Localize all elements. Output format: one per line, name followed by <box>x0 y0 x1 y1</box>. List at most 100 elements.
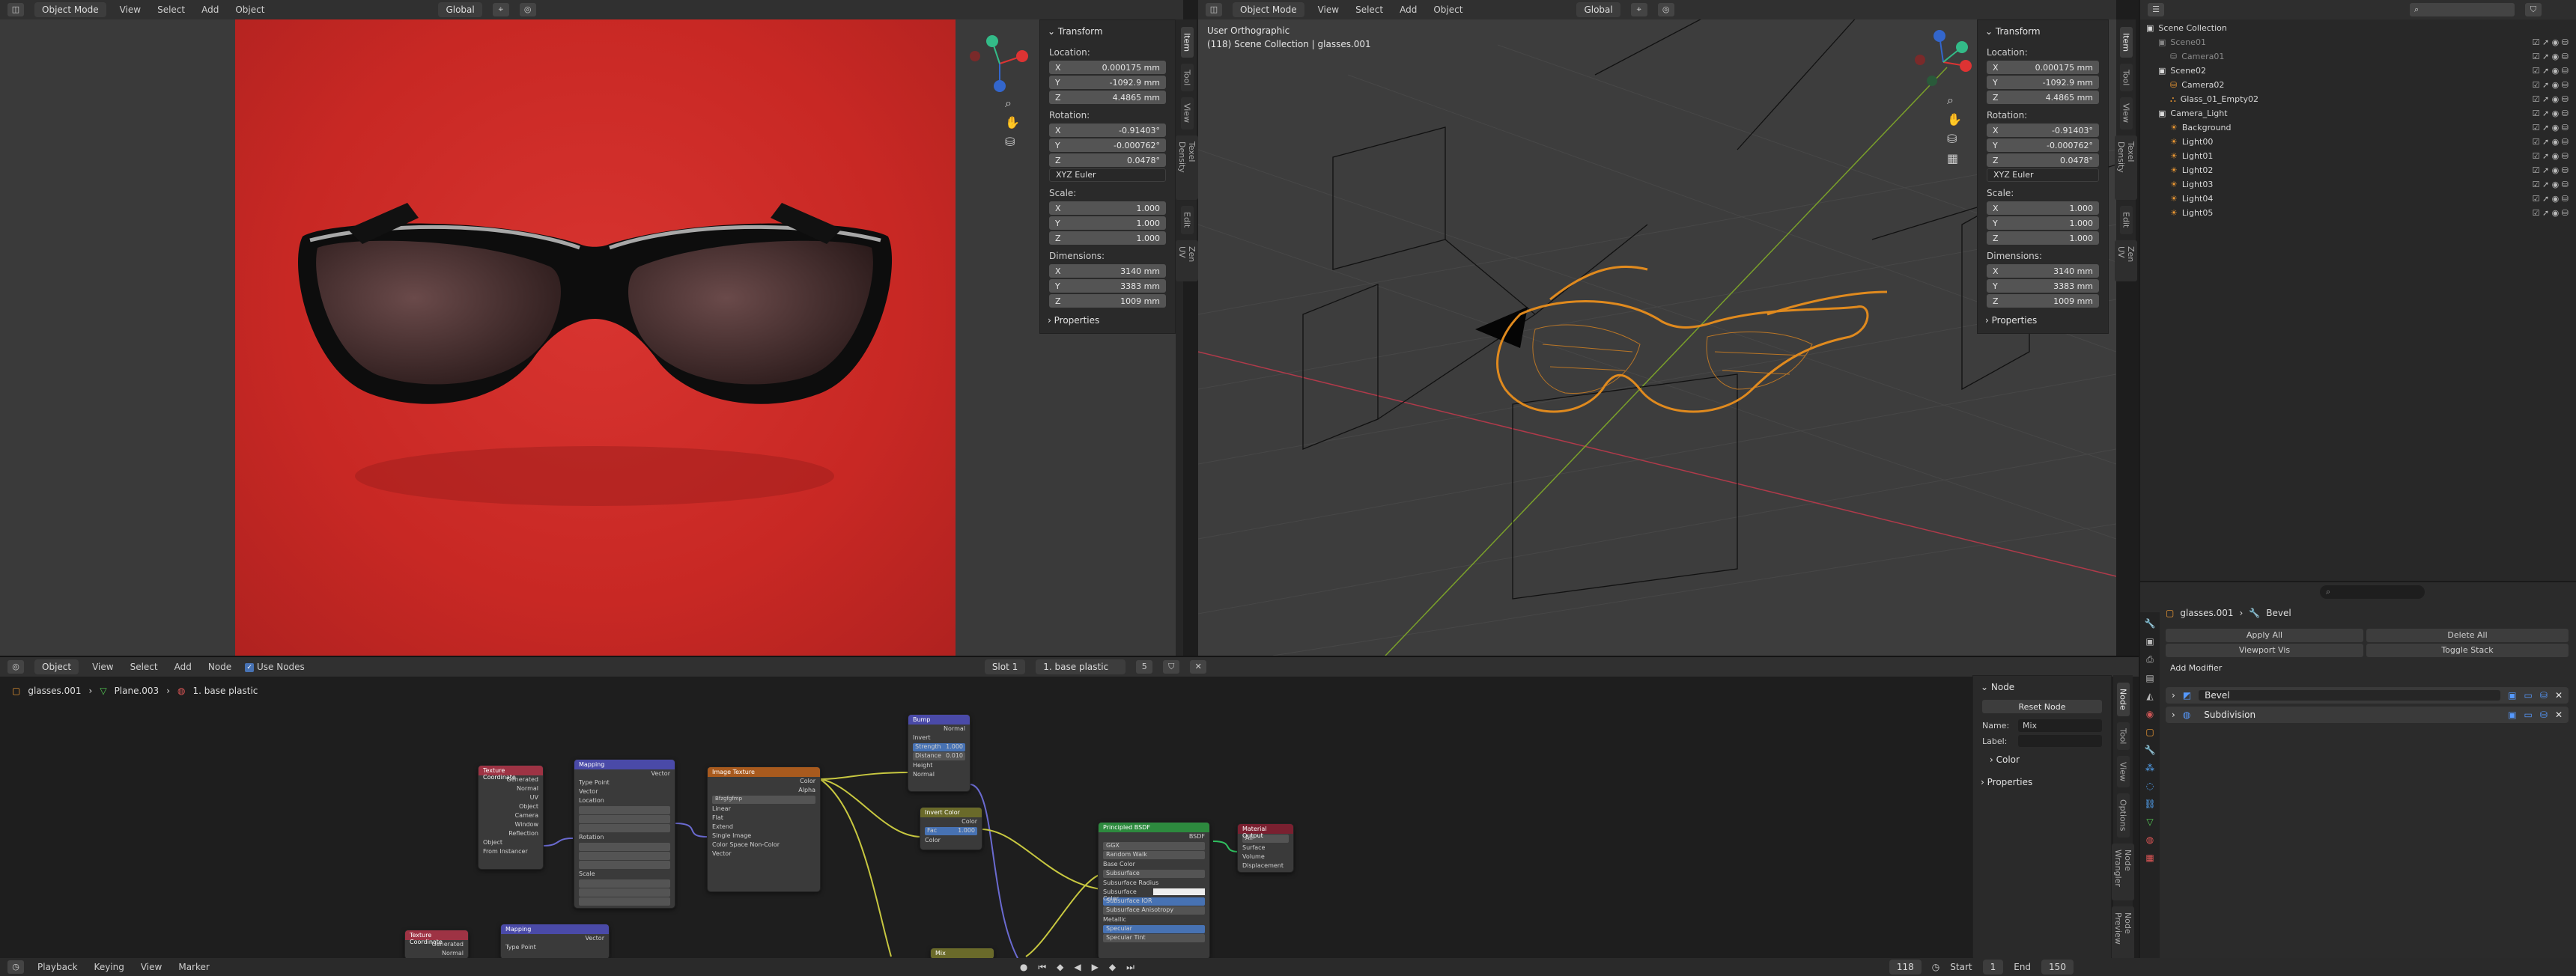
node-principled-bsdf[interactable]: Principled BSDF BSDF GGX Random Walk Bas… <box>1098 822 1210 958</box>
viewport-vis-button[interactable]: Viewport Vis <box>2166 644 2363 657</box>
tab-options[interactable]: Options <box>2116 793 2130 838</box>
rot-x-field[interactable]: X -0.91403° <box>1049 123 1166 137</box>
menu-add[interactable]: Add <box>198 3 222 16</box>
visibility-toggles[interactable]: ☑ ➚ ◉ ⛁ <box>2533 94 2569 104</box>
output-tab-icon[interactable]: ⎙ <box>2146 654 2154 665</box>
tab-zen-uv-right[interactable]: Zen UV <box>2115 240 2137 281</box>
loc-x-field-right[interactable]: X 0.000175 mm <box>1987 61 2099 74</box>
visibility-toggles[interactable]: ☑ ➚ ◉ ⛁ <box>2533 52 2569 61</box>
scale-z-field-right[interactable]: Z 1.000 <box>1987 231 2099 245</box>
delete-all-button[interactable]: Delete All <box>2366 629 2569 642</box>
rot-z-field-right[interactable]: Z 0.0478° <box>1987 153 2099 167</box>
breadcrumb-modifier[interactable]: Bevel <box>2266 608 2291 618</box>
node-label-field[interactable] <box>2018 735 2102 747</box>
menu-view[interactable]: View <box>117 3 144 16</box>
tab-node-view[interactable]: View <box>2116 756 2130 788</box>
start-frame-field[interactable]: 1 <box>1982 960 2004 975</box>
dim-x-field-right[interactable]: X 3140 mm <box>1987 264 2099 278</box>
tab-zen-uv[interactable]: Zen UV <box>1176 240 1198 281</box>
breadcrumb-object[interactable]: glasses.001 <box>2180 608 2233 618</box>
outliner-row[interactable]: ⛬ Glass_01_Empty02 ☑ ➚ ◉ ⛁ <box>2146 92 2573 106</box>
mode-dropdown-right[interactable]: Object Mode <box>1233 2 1304 17</box>
modifier-bevel[interactable]: › ◩ Bevel ▣ ▭ ⛁ ✕ <box>2166 687 2569 704</box>
editmode-toggle-icon[interactable]: ▣ <box>2508 710 2516 720</box>
node-mapping-2[interactable]: Mapping Vector Type Point <box>500 924 610 958</box>
node-texture-coordinate[interactable]: Texture Coordinate Generated Normal UV O… <box>478 765 544 870</box>
menu-playback[interactable]: Playback <box>34 960 81 974</box>
play-icon[interactable]: ▶ <box>1092 962 1099 972</box>
outliner-type-icon[interactable]: ☰ <box>2148 3 2164 16</box>
visibility-toggles[interactable]: ☑ ➚ ◉ ⛁ <box>2533 66 2569 76</box>
tab-node-preview[interactable]: Node Preview <box>2112 906 2134 958</box>
outliner-row[interactable]: ☀ Light05 ☑ ➚ ◉ ⛁ <box>2146 206 2573 220</box>
mode-dropdown[interactable]: Object Mode <box>34 2 106 17</box>
tab-node[interactable]: Node <box>2116 683 2130 716</box>
editor-type-icon-right[interactable]: ◫ <box>1206 3 1222 16</box>
toggle-stack-button[interactable]: Toggle Stack <box>2366 644 2569 657</box>
particles-tab-icon[interactable]: ⁂ <box>2145 763 2154 773</box>
menu-object[interactable]: Object <box>232 3 267 16</box>
next-key-icon[interactable]: ◆ <box>1109 962 1116 972</box>
close-icon[interactable]: ✕ <box>2555 690 2563 701</box>
expand-icon[interactable]: › <box>2172 710 2175 720</box>
modifier-tab-icon[interactable]: 🔧 <box>2145 745 2156 755</box>
dim-z-field[interactable]: Z 1009 mm <box>1049 294 1166 308</box>
camera-view-icon[interactable]: ⛁ <box>1005 135 1015 149</box>
dim-y-field-right[interactable]: Y 3383 mm <box>1987 279 2099 293</box>
tab-view[interactable]: View <box>1180 97 1194 129</box>
left-viewport[interactable]: ◫ Object Mode View Select Add Object Glo… <box>0 0 1183 656</box>
filter-icon[interactable]: ⛉ <box>2525 3 2542 16</box>
orientation-dropdown-right[interactable]: Global <box>1576 2 1620 17</box>
properties-subpanel[interactable]: › Properties <box>1040 309 1175 332</box>
node-texture-coordinate-2[interactable]: Texture Coordinate Generated Normal <box>404 930 469 958</box>
view-layer-tab-icon[interactable]: ▤ <box>2145 673 2154 683</box>
properties-subpanel-right[interactable]: › Properties <box>1978 309 2108 332</box>
scene-tab-icon[interactable]: ◭ <box>2146 691 2153 701</box>
menu-select[interactable]: Select <box>154 3 188 16</box>
texture-tab-icon[interactable]: ▦ <box>2145 853 2154 863</box>
node-name-field[interactable]: Mix <box>2018 719 2102 732</box>
pan-hand-icon-right[interactable]: ✋ <box>1947 112 1962 126</box>
visibility-toggles[interactable]: ☑ ➚ ◉ ⛁ <box>2533 194 2569 204</box>
close-icon[interactable]: ✕ <box>2555 710 2563 720</box>
zoom-icon-right[interactable]: ⌕ <box>1947 93 1954 108</box>
constraints-tab-icon[interactable]: ⛓ <box>2144 799 2155 809</box>
tab-texel-density-right[interactable]: Texel Density <box>2115 135 2137 201</box>
nav-gizmo-right[interactable] <box>1910 28 1977 96</box>
outliner-row[interactable]: ⛁ Camera01 ☑ ➚ ◉ ⛁ <box>2146 49 2573 64</box>
tab-node-wrangler[interactable]: Node Wrangler <box>2112 843 2134 900</box>
menu-marker[interactable]: Marker <box>175 960 212 974</box>
tab-edit[interactable]: Edit <box>1180 206 1194 234</box>
viewport-toggle-icon[interactable]: ▭ <box>2524 710 2533 720</box>
expand-icon[interactable]: › <box>2172 690 2175 701</box>
outliner-row[interactable]: ☀ Light04 ☑ ➚ ◉ ⛁ <box>2146 192 2573 206</box>
visibility-toggles[interactable]: ☑ ➚ ◉ ⛁ <box>2533 151 2569 161</box>
scale-y-field-right[interactable]: Y 1.000 <box>1987 216 2099 230</box>
outliner-row[interactable]: ⛁ Camera02 ☑ ➚ ◉ ⛁ <box>2146 78 2573 92</box>
menu-select-right[interactable]: Select <box>1352 3 1386 16</box>
scale-x-field-right[interactable]: X 1.000 <box>1987 201 2099 215</box>
node-editor[interactable]: ◎ Object View Select Add Node ✓ Use Node… <box>0 656 2139 958</box>
snap-icon[interactable]: ⌖ <box>492 3 509 16</box>
scale-x-field[interactable]: X 1.000 <box>1049 201 1166 215</box>
clock-icon[interactable]: ◷ <box>1932 962 1939 972</box>
outliner-row[interactable]: ▣ Scene01 ☑ ➚ ◉ ⛁ <box>2146 35 2573 49</box>
modifier-subdivision[interactable]: › ◍ Subdivision ▣ ▭ ⛁ ✕ <box>2166 707 2569 723</box>
loc-y-field[interactable]: Y -1092.9 mm <box>1049 76 1166 89</box>
tab-item-right[interactable]: Item <box>2119 27 2133 58</box>
grid-view-icon[interactable]: ▦ <box>1947 151 1958 165</box>
node-image-texture[interactable]: Image Texture Color Alpha Bfzgfgfmp Line… <box>707 766 821 892</box>
render-tab-icon[interactable]: ▣ <box>2145 636 2154 647</box>
visibility-toggles[interactable]: ☑ ➚ ◉ ⛁ <box>2533 180 2569 189</box>
rot-y-field-right[interactable]: Y -0.000762° <box>1987 138 2099 152</box>
tool-tab-icon[interactable]: 🔧 <box>2145 618 2156 629</box>
loc-y-field-right[interactable]: Y -1092.9 mm <box>1987 76 2099 89</box>
menu-keying[interactable]: Keying <box>91 960 127 974</box>
scale-y-field[interactable]: Y 1.000 <box>1049 216 1166 230</box>
modifier-name[interactable]: Bevel <box>2199 690 2501 701</box>
color-subpanel[interactable]: › Color <box>1973 748 2111 771</box>
node-bump[interactable]: Bump Normal Invert Strength 1.000 Distanc… <box>908 714 970 792</box>
jump-end-icon[interactable]: ⏭ <box>1126 962 1134 973</box>
menu-object-right[interactable]: Object <box>1430 3 1465 16</box>
tab-texel-density[interactable]: Texel Density <box>1176 135 1198 201</box>
